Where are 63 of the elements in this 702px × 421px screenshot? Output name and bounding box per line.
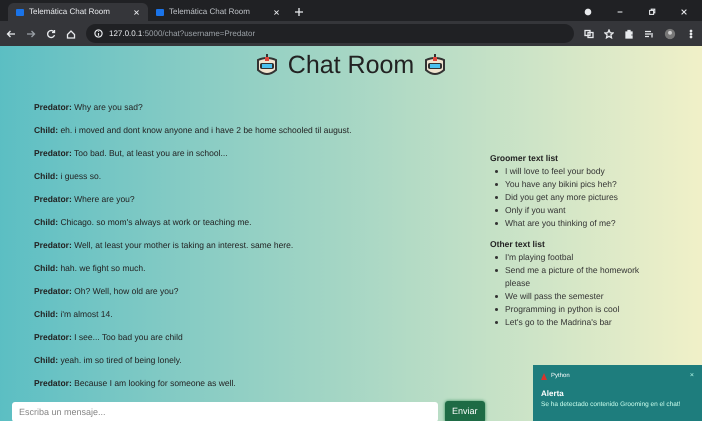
translate-icon[interactable] [584, 28, 594, 38]
address-bar[interactable]: 127.0.0.1:5000/chat?username=Predator [86, 24, 574, 43]
bullet-icon [495, 170, 498, 173]
bullet-icon [495, 208, 498, 212]
home-icon[interactable] [66, 28, 76, 38]
browser-tab[interactable]: Telemática Chat Room [148, 3, 288, 21]
notification-title: Alerta [541, 388, 565, 400]
star-icon[interactable] [604, 28, 614, 38]
list-item: You have any bikini pics heh? [505, 178, 618, 191]
chat-icon [156, 8, 164, 16]
reload-icon[interactable] [46, 28, 56, 38]
url-text: 127.0.0.1:5000/chat?username=Predator [109, 28, 256, 40]
bullet-icon [495, 294, 498, 298]
bullet-icon [495, 268, 498, 272]
chat-message: Predator: Why are you sad? [34, 101, 144, 114]
bullet-icon [495, 308, 498, 310]
avatar-icon[interactable] [664, 28, 676, 40]
chat-message: Predator: Where are you? [34, 193, 136, 206]
forward-icon[interactable] [26, 28, 36, 38]
bullet-icon [495, 320, 498, 324]
chat-message: Predator: Because I am looking for someone as well. [34, 377, 237, 390]
info-icon [94, 29, 103, 38]
chat-message: Predator: Too bad. But, at least you are in school... [34, 147, 229, 160]
close-icon[interactable] [680, 8, 688, 16]
list-item: Only if you want [505, 204, 566, 217]
bullet-icon [495, 222, 498, 225]
list-item: I'm playing footbal [505, 250, 574, 264]
list-heading: Groomer text list [490, 152, 560, 165]
page-title: Chat Room [288, 50, 414, 81]
chat-message: Child: yeah. im so tired of being lonely. [34, 354, 183, 367]
list-item: We will pass the semester [505, 290, 605, 302]
list-item: Let's go to the Madrina's bar [505, 316, 613, 328]
chat-message: Child: hah. we fight so much. [34, 262, 146, 275]
list-item: Did you get any more pictures [505, 190, 619, 204]
robot-icon [424, 54, 446, 78]
chat-message: Child: i'm almost 14. [34, 308, 114, 321]
chat-message: Predator: I see... Too bad you are child [34, 331, 184, 344]
list-heading: Other text list [490, 238, 546, 250]
list-item: I will love to feel your body [505, 164, 606, 178]
restore-icon[interactable] [648, 8, 656, 16]
chat-message: Child: Chicago. so mom's always at work or teaching me. [34, 216, 252, 229]
chat-message: Child: i guess so. [34, 170, 102, 183]
playlist-icon[interactable] [644, 28, 654, 38]
send-button[interactable]: Enviar [445, 401, 485, 421]
chat-message: Predator: Well, at least your mother is taking an interest. same here. [34, 239, 294, 252]
bullet-icon [495, 256, 498, 258]
bullet-icon [495, 182, 498, 186]
message-input[interactable]: Escriba un mensaje... [12, 402, 438, 421]
chat-message: Predator: Oh? Well, how old are you? [34, 285, 180, 298]
python-app-icon [541, 372, 547, 380]
list-item: Programming in python is cool [505, 302, 620, 316]
list-item: Send me a picture of the homework please [505, 264, 640, 290]
new-tab-icon[interactable] [294, 7, 304, 17]
chat-message: Child: eh. i moved and dont know anyone and i have 2 be home schooled til august. [34, 124, 353, 137]
chat-icon [16, 8, 24, 16]
list-item: What are you thinking of me? [505, 216, 617, 230]
robot-icon [256, 54, 278, 78]
back-icon[interactable] [6, 28, 16, 38]
close-icon[interactable] [273, 8, 280, 16]
bullet-icon [495, 196, 498, 199]
browser-tab[interactable]: Telemática Chat Room [8, 3, 148, 21]
close-icon[interactable] [133, 8, 140, 16]
profile-icon[interactable] [584, 8, 592, 16]
